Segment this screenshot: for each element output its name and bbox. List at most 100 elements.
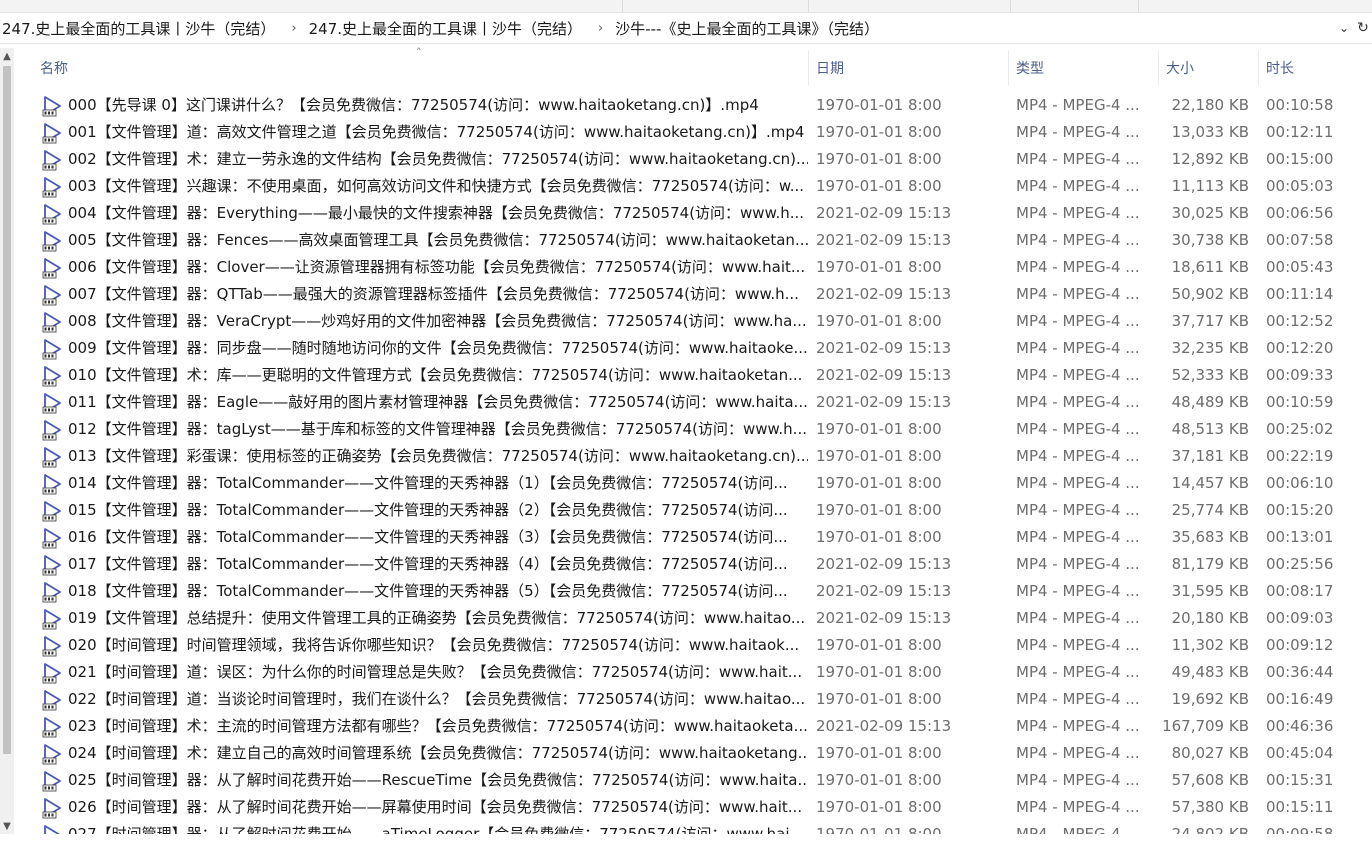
file-name: 009【文件管理】器：同步盘——随时随地访问你的文件【会员免费微信：772505… [68,339,808,357]
video-file-icon [41,581,63,603]
file-duration: 00:09:33 [1266,366,1334,384]
file-row[interactable]: 001【文件管理】道：高效文件管理之道【会员免费微信：77250574(访问：w… [14,119,1372,146]
chevron-right-icon[interactable]: › [588,21,615,36]
file-row[interactable]: 016【文件管理】器：TotalCommander——文件管理的天秀神器（3）【… [14,524,1372,551]
file-row[interactable]: 008【文件管理】器：VeraCrypt——炒鸡好用的文件加密神器【会员免费微信… [14,308,1372,335]
file-type: MP4 - MPEG-4 ... [1016,474,1140,492]
file-name: 002【文件管理】术：建立一劳永逸的文件结构【会员免费微信：77250574(访… [68,150,808,168]
file-row[interactable]: 002【文件管理】术：建立一劳永逸的文件结构【会员免费微信：77250574(访… [14,146,1372,173]
file-date: 2021-02-09 15:13 [816,582,952,600]
file-date: 1970-01-01 8:00 [816,825,942,834]
column-header-duration[interactable]: 时长 [1258,44,1372,92]
file-date: 1970-01-01 8:00 [816,744,942,762]
file-row[interactable]: 027【时间管理】器：从了解时间花费开始——aTimeLogger【会员免费微信… [14,821,1372,834]
file-row[interactable]: 007【文件管理】器：QTTab——最强大的资源管理器标签插件【会员免费微信：7… [14,281,1372,308]
file-duration: 00:12:11 [1266,123,1334,141]
breadcrumb-item[interactable]: 247.史上最全面的工具课丨沙牛（完结） [2,18,281,39]
breadcrumb-item[interactable]: 沙牛---《史上最全面的工具课》（完结） [615,18,885,39]
file-duration: 00:08:17 [1266,582,1334,600]
file-name: 026【时间管理】器：从了解时间花费开始——屏幕使用时间【会员免费微信：7725… [68,798,803,816]
file-duration: 00:10:58 [1266,96,1334,114]
file-type: MP4 - MPEG-4 ... [1016,528,1140,546]
video-file-icon [41,770,63,792]
scroll-down-icon[interactable]: ▼ [0,818,14,834]
file-duration: 00:10:59 [1266,393,1334,411]
file-name: 006【文件管理】器：Clover——让资源管理器拥有标签功能【会员免费微信：7… [68,258,806,276]
file-row[interactable]: 026【时间管理】器：从了解时间花费开始——屏幕使用时间【会员免费微信：7725… [14,794,1372,821]
file-type: MP4 - MPEG-4 ... [1016,231,1140,249]
file-name: 011【文件管理】器：Eagle——敲好用的图片素材管理神器【会员免费微信：77… [68,393,808,411]
file-row[interactable]: 009【文件管理】器：同步盘——随时随地访问你的文件【会员免费微信：772505… [14,335,1372,362]
file-row[interactable]: 020【时间管理】时间管理领域，我将告诉你哪些知识？【会员免费微信：772505… [14,632,1372,659]
file-date: 1970-01-01 8:00 [816,771,942,789]
video-file-icon [41,527,63,549]
video-file-icon [41,338,63,360]
file-row[interactable]: 015【文件管理】器：TotalCommander——文件管理的天秀神器（2）【… [14,497,1372,524]
file-row[interactable]: 006【文件管理】器：Clover——让资源管理器拥有标签功能【会员免费微信：7… [14,254,1372,281]
video-file-icon [41,446,63,468]
file-date: 2021-02-09 15:13 [816,366,952,384]
file-duration: 00:25:56 [1266,555,1334,573]
file-row[interactable]: 011【文件管理】器：Eagle——敲好用的图片素材管理神器【会员免费微信：77… [14,389,1372,416]
file-row[interactable]: 003【文件管理】兴趣课：不使用桌面，如何高效访问文件和快捷方式【会员免费微信：… [14,173,1372,200]
file-name: 004【文件管理】器：Everything——最小最快的文件搜索神器【会员免费微… [68,204,805,222]
column-header: 名称 日期 类型 大小 时长 [0,44,1372,92]
file-type: MP4 - MPEG-4 ... [1016,501,1140,519]
file-type: MP4 - MPEG-4 ... [1016,744,1140,762]
file-row[interactable]: 025【时间管理】器：从了解时间花费开始——RescueTime【会员免费微信：… [14,767,1372,794]
file-row[interactable]: 012【文件管理】器：tagLyst——基于库和标签的文件管理神器【会员免费微信… [14,416,1372,443]
file-row[interactable]: 023【时间管理】术：主流的时间管理方法都有哪些？【会员免费微信：7725057… [14,713,1372,740]
refresh-icon[interactable]: ↻ [1354,13,1372,43]
file-size: 25,774 KB [1171,501,1249,519]
file-date: 1970-01-01 8:00 [816,420,942,438]
video-file-icon [41,149,63,171]
file-date: 1970-01-01 8:00 [816,177,942,195]
file-date: 2021-02-09 15:13 [816,555,952,573]
file-date: 2021-02-09 15:13 [816,285,952,303]
file-type: MP4 - MPEG-4 ... [1016,690,1140,708]
file-date: 1970-01-01 8:00 [816,447,942,465]
scroll-up-icon[interactable]: ▲ [0,48,14,64]
file-duration: 00:13:01 [1266,528,1334,546]
column-header-type[interactable]: 类型 [1008,44,1158,92]
video-file-icon [41,284,63,306]
file-type: MP4 - MPEG-4 ... [1016,123,1140,141]
file-row[interactable]: 024【时间管理】术：建立自己的高效时间管理系统【会员免费微信：77250574… [14,740,1372,767]
column-header-date[interactable]: 日期 [808,44,1008,92]
file-row[interactable]: 010【文件管理】术：库——更聪明的文件管理方式【会员免费微信：77250574… [14,362,1372,389]
file-name: 000【先导课 0】这门课讲什么？【会员免费微信：77250574(访问：www… [68,96,759,114]
video-file-icon [41,716,63,738]
file-name: 017【文件管理】器：TotalCommander——文件管理的天秀神器（4）【… [68,555,788,573]
file-row[interactable]: 013【文件管理】彩蛋课：使用标签的正确姿势【会员免费微信：77250574(访… [14,443,1372,470]
file-row[interactable]: 000【先导课 0】这门课讲什么？【会员免费微信：77250574(访问：www… [14,92,1372,119]
file-row[interactable]: 022【时间管理】道：当谈论时间管理时，我们在谈什么？【会员免费微信：77250… [14,686,1372,713]
file-row[interactable]: 021【时间管理】道：误区：为什么你的时间管理总是失败？【会员免费微信：7725… [14,659,1372,686]
file-type: MP4 - MPEG-4 ... [1016,393,1140,411]
file-date: 2021-02-09 15:13 [816,339,952,357]
chevron-right-icon[interactable]: › [281,21,308,36]
file-size: 31,595 KB [1171,582,1249,600]
breadcrumb-item[interactable]: 247.史上最全面的工具课丨沙牛（完结） [309,18,588,39]
file-row[interactable]: 017【文件管理】器：TotalCommander——文件管理的天秀神器（4）【… [14,551,1372,578]
file-size: 48,513 KB [1171,420,1249,438]
column-header-size[interactable]: 大小 [1158,44,1258,92]
file-duration: 00:46:36 [1266,717,1334,735]
video-file-icon [41,797,63,819]
video-file-icon [41,419,63,441]
scrollbar-thumb[interactable] [3,66,11,754]
chevron-down-icon[interactable]: ⌄ [1334,13,1354,43]
file-row[interactable]: 005【文件管理】器：Fences——高效桌面管理工具【会员免费微信：77250… [14,227,1372,254]
file-type: MP4 - MPEG-4 ... [1016,582,1140,600]
vertical-scrollbar[interactable]: ▲ ▼ [0,48,14,834]
file-row[interactable]: 018【文件管理】器：TotalCommander——文件管理的天秀神器（5）【… [14,578,1372,605]
file-size: 49,483 KB [1171,663,1249,681]
address-bar[interactable]: 247.史上最全面的工具课丨沙牛（完结） › 247.史上最全面的工具课丨沙牛（… [0,13,1372,44]
tab-divider [1010,0,1011,12]
file-row[interactable]: 019【文件管理】总结提升：使用文件管理工具的正确姿势【会员免费微信：77250… [14,605,1372,632]
file-name: 025【时间管理】器：从了解时间花费开始——RescueTime【会员免费微信：… [68,771,808,789]
tab-divider [622,0,623,12]
file-duration: 00:11:14 [1266,285,1334,303]
file-type: MP4 - MPEG-4 ... [1016,663,1140,681]
file-row[interactable]: 014【文件管理】器：TotalCommander——文件管理的天秀神器（1）【… [14,470,1372,497]
file-row[interactable]: 004【文件管理】器：Everything——最小最快的文件搜索神器【会员免费微… [14,200,1372,227]
